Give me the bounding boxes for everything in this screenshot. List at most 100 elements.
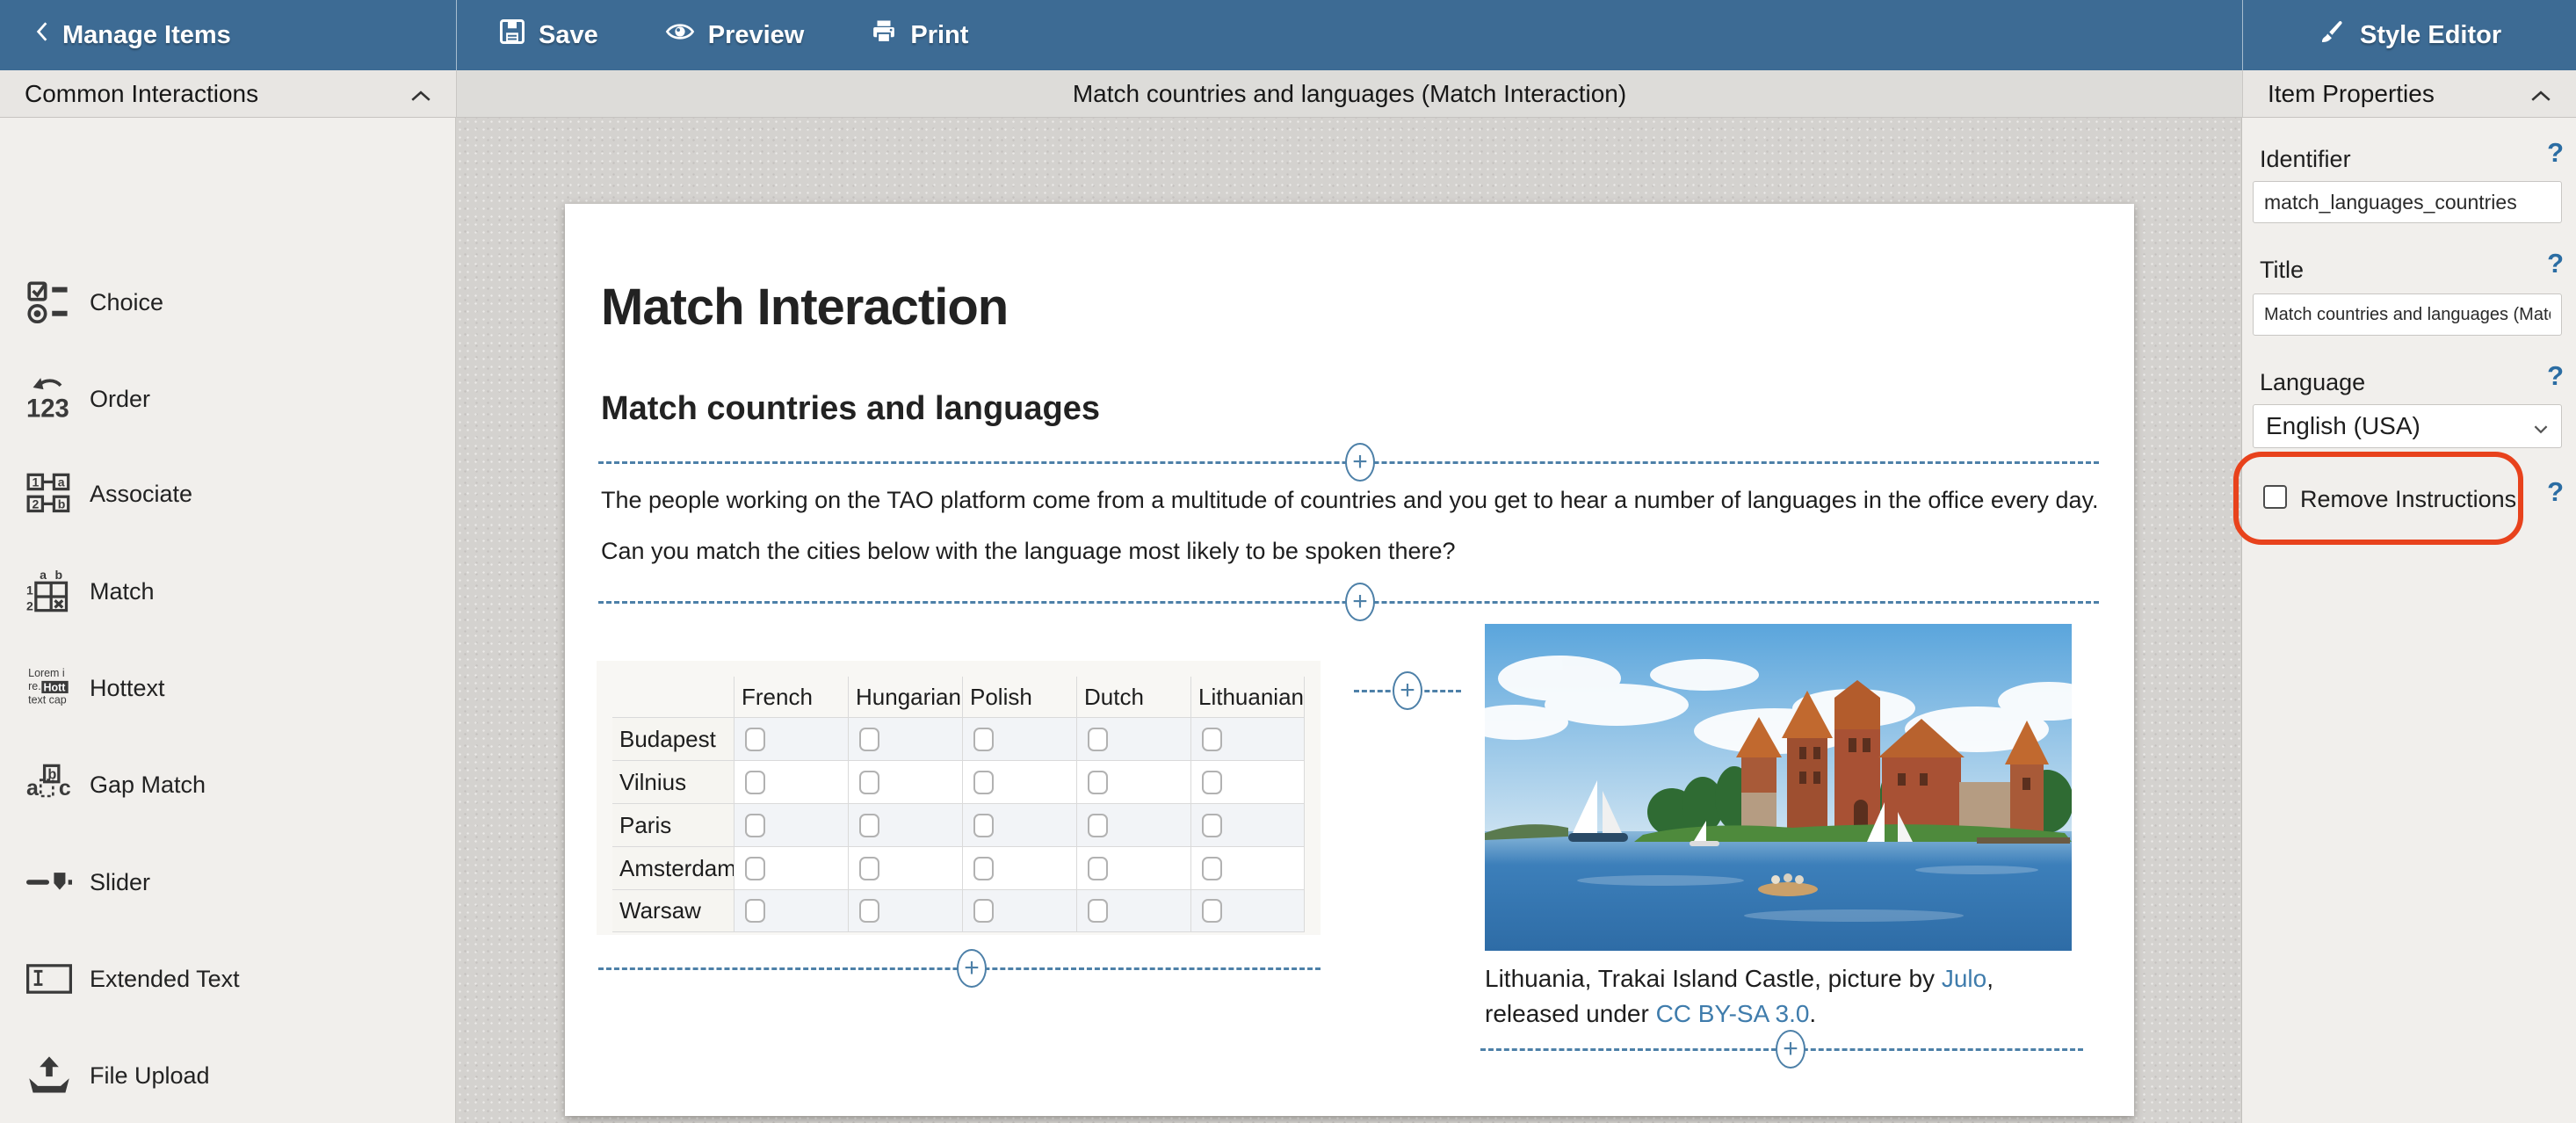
- match-checkbox[interactable]: [745, 856, 765, 880]
- match-checkbox[interactable]: [1202, 770, 1222, 794]
- match-table-corner: [612, 677, 734, 717]
- svg-text:1: 1: [33, 475, 40, 489]
- style-editor-label: Style Editor: [2360, 20, 2502, 49]
- match-cell: [1076, 717, 1190, 760]
- match-column-header: Hungarian: [848, 677, 962, 717]
- remove-instructions-checkbox[interactable]: [2263, 485, 2287, 509]
- match-checkbox[interactable]: [859, 813, 879, 837]
- save-label: Save: [539, 20, 598, 49]
- add-content-button[interactable]: +: [1345, 443, 1375, 482]
- svg-text:1: 1: [26, 583, 33, 597]
- title-field[interactable]: [2253, 293, 2562, 336]
- match-column-header: Dutch: [1076, 677, 1190, 717]
- collapse-chevron-icon[interactable]: [2530, 80, 2551, 108]
- match-checkbox[interactable]: [973, 727, 994, 751]
- match-checkbox[interactable]: [1088, 899, 1108, 923]
- image-caption: Lithuania, Trakai Island Castle, picture…: [1485, 961, 2061, 1032]
- item-properties-header[interactable]: Item Properties: [2242, 70, 2576, 118]
- match-checkbox[interactable]: [1088, 727, 1108, 751]
- add-content-button[interactable]: +: [957, 949, 987, 988]
- match-checkbox[interactable]: [973, 856, 994, 880]
- remove-instructions-help-icon[interactable]: ?: [2547, 476, 2564, 508]
- sidebar-item-file-upload[interactable]: File Upload: [25, 1047, 210, 1104]
- sidebar-item-extended-text[interactable]: Extended Text: [25, 951, 240, 1007]
- sidebar-item-order[interactable]: 123 Order: [25, 371, 150, 427]
- match-checkbox[interactable]: [1202, 899, 1222, 923]
- style-editor-button[interactable]: Style Editor: [2319, 18, 2501, 53]
- hottext-icon: Lorem i re. text cap Hott: [25, 663, 74, 713]
- match-checkbox[interactable]: [1202, 856, 1222, 880]
- paintbrush-icon: [2319, 18, 2347, 53]
- language-select[interactable]: English (USA): [2253, 404, 2562, 448]
- add-content-button[interactable]: +: [1393, 671, 1422, 710]
- match-cell: [734, 717, 848, 760]
- identifier-field[interactable]: [2253, 181, 2562, 223]
- preview-button[interactable]: Preview: [665, 18, 805, 52]
- remove-instructions-label: Remove Instructions: [2300, 486, 2517, 512]
- item-title: Match countries and languages (Match Int…: [1072, 79, 1627, 107]
- svg-text:b: b: [54, 569, 62, 582]
- manage-items-label: Manage Items: [62, 20, 231, 49]
- sidebar-item-associate[interactable]: 1 a 2 b Associate: [25, 466, 192, 522]
- match-checkbox[interactable]: [745, 727, 765, 751]
- match-checkbox[interactable]: [1202, 813, 1222, 837]
- match-row-label: Vilnius: [612, 760, 734, 803]
- add-content-button[interactable]: +: [1345, 583, 1375, 621]
- svg-text:123: 123: [26, 395, 69, 422]
- language-value: English (USA): [2266, 412, 2420, 439]
- match-cell: [962, 889, 1076, 932]
- match-checkbox[interactable]: [973, 770, 994, 794]
- match-checkbox[interactable]: [1088, 770, 1108, 794]
- match-checkbox[interactable]: [973, 899, 994, 923]
- preview-label: Preview: [707, 20, 805, 49]
- save-button[interactable]: Save: [499, 18, 598, 52]
- svg-text:re.: re.: [28, 680, 41, 692]
- match-cell: [848, 717, 962, 760]
- page-subheading: Match countries and languages: [601, 390, 1100, 427]
- sidebar-item-match[interactable]: ab 1 2 Match: [25, 563, 155, 619]
- match-row-label: Amsterdam: [612, 846, 736, 889]
- collapse-chevron-icon[interactable]: [410, 80, 431, 108]
- match-cell: [1190, 717, 1305, 760]
- svg-text:2: 2: [33, 496, 40, 511]
- manage-items-button[interactable]: Manage Items: [35, 20, 231, 50]
- plus-icon: +: [964, 953, 980, 982]
- sidebar-item-label: Match: [90, 577, 155, 605]
- plus-icon: +: [1352, 587, 1368, 616]
- sidebar-item-slider[interactable]: Slider: [25, 854, 150, 910]
- match-checkbox[interactable]: [1088, 813, 1108, 837]
- match-row-label: Budapest: [612, 717, 734, 760]
- match-interaction-widget[interactable]: French Hungarian Polish Dutch Lithuanian Buda…: [597, 661, 1321, 935]
- svg-text:b: b: [47, 767, 56, 783]
- title-label: Title: [2260, 257, 2305, 283]
- match-checkbox[interactable]: [745, 899, 765, 923]
- match-checkbox[interactable]: [859, 856, 879, 880]
- match-column-header: Lithuanian: [1190, 677, 1305, 717]
- caption-text: Lithuania, Trakai Island Castle, picture…: [1485, 965, 1942, 992]
- print-button[interactable]: Print: [871, 18, 968, 52]
- match-checkbox[interactable]: [859, 727, 879, 751]
- language-help-icon[interactable]: ?: [2547, 360, 2564, 392]
- add-content-button[interactable]: +: [1776, 1030, 1805, 1069]
- match-checkbox[interactable]: [973, 813, 994, 837]
- match-column-header: French: [734, 677, 848, 717]
- sidebar-item-gap-match[interactable]: abc Gap Match: [25, 757, 206, 813]
- match-cell: [962, 803, 1076, 846]
- match-checkbox[interactable]: [1088, 856, 1108, 880]
- match-checkbox[interactable]: [745, 770, 765, 794]
- match-cell: [1076, 803, 1190, 846]
- match-checkbox[interactable]: [1202, 727, 1222, 751]
- author-link[interactable]: Julo: [1942, 965, 1986, 992]
- match-checkbox[interactable]: [859, 770, 879, 794]
- license-link[interactable]: CC BY-SA 3.0: [1656, 1000, 1810, 1027]
- match-checkbox[interactable]: [745, 813, 765, 837]
- identifier-help-icon[interactable]: ?: [2547, 137, 2564, 169]
- match-checkbox[interactable]: [859, 899, 879, 923]
- title-help-icon[interactable]: ?: [2547, 248, 2564, 279]
- sidebar-item-label: Choice: [90, 288, 164, 315]
- printer-icon: [871, 18, 897, 52]
- sidebar-item-choice[interactable]: Choice: [25, 274, 163, 330]
- match-cell: [1190, 889, 1305, 932]
- sidebar-item-hottext[interactable]: Lorem i re. text cap Hott Hottext: [25, 660, 164, 716]
- interactions-panel-header[interactable]: Common Interactions: [0, 70, 456, 118]
